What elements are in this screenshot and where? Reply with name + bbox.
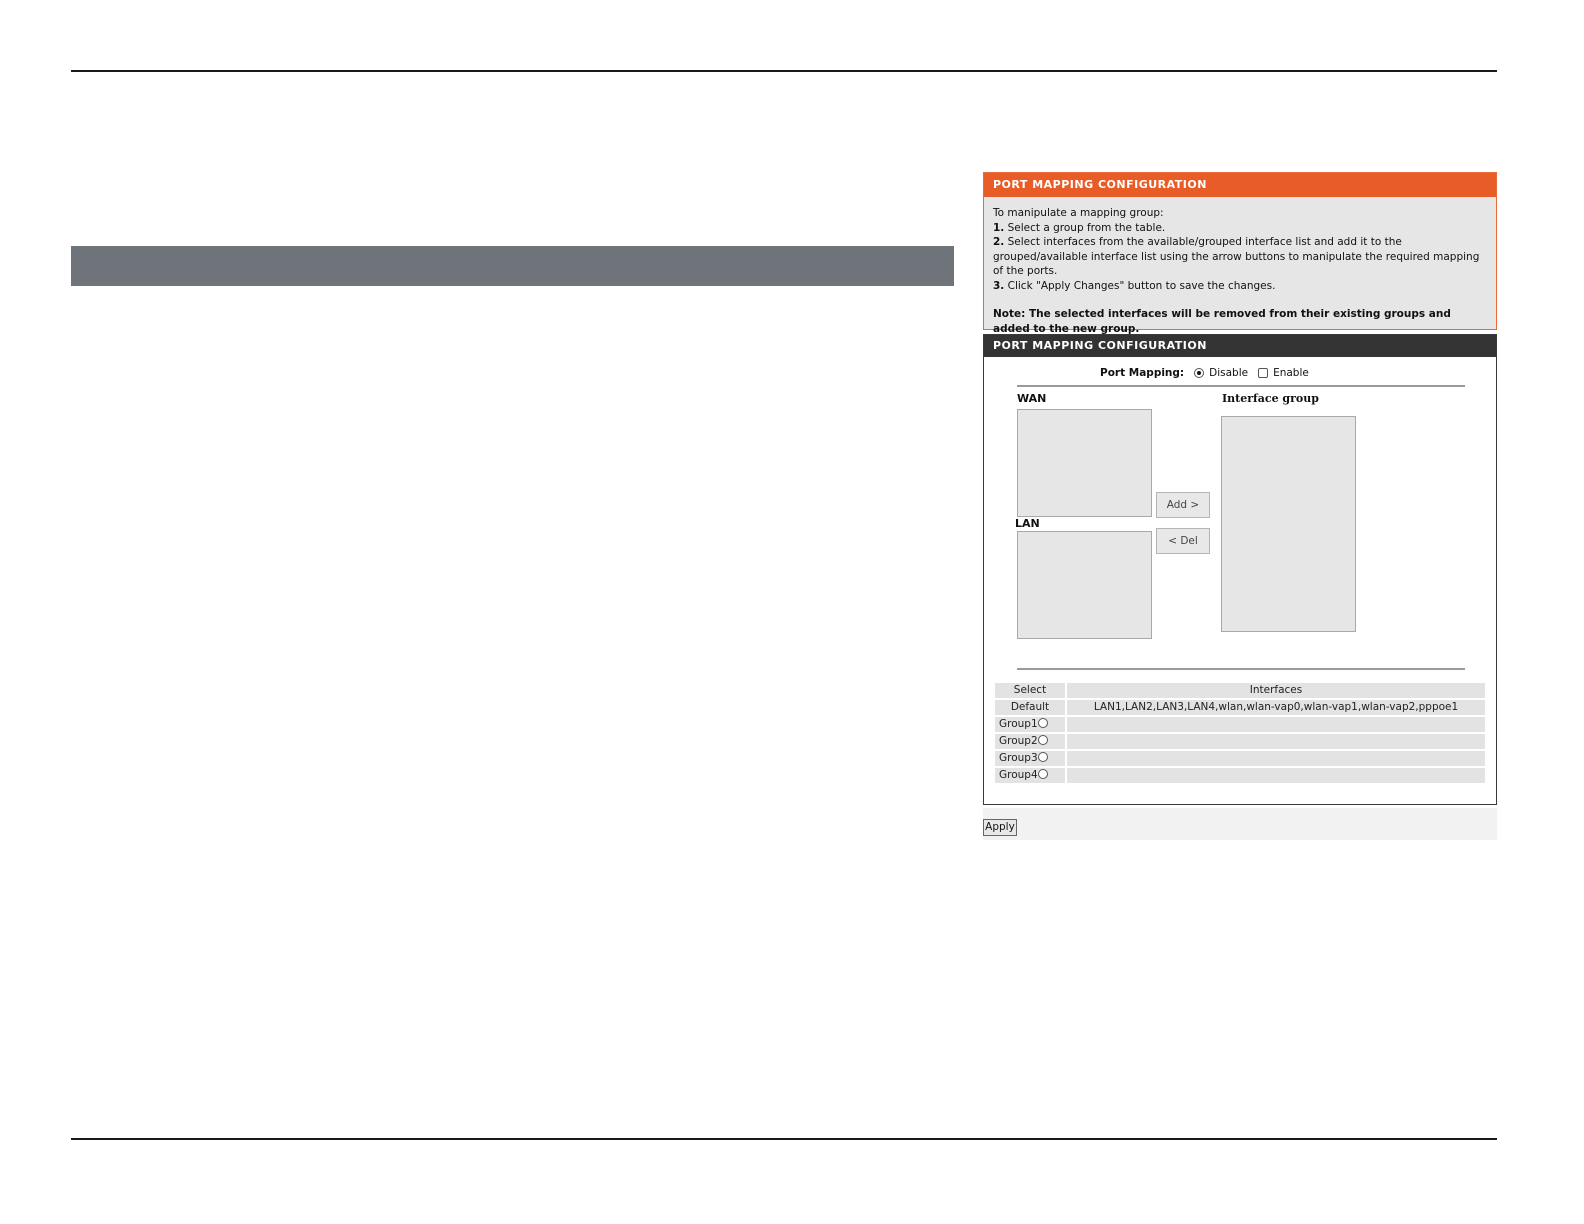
enable-label: Enable <box>1273 367 1309 379</box>
top-rule <box>71 70 1497 72</box>
group-select-cell: Group4 <box>995 768 1065 783</box>
interface-group-list[interactable] <box>1221 416 1356 632</box>
group-interfaces: LAN1,LAN2,LAN3,LAN4,wlan,wlan-vap0,wlan-… <box>1067 700 1485 715</box>
info-step-1: 1. Select a group from the table. <box>993 221 1166 234</box>
divider-top <box>1017 385 1465 387</box>
add-button[interactable]: Add > <box>1156 492 1210 518</box>
interfaces-column-header: Interfaces <box>1067 683 1485 698</box>
disable-radio[interactable] <box>1194 368 1205 378</box>
config-panel-title: PORT MAPPING CONFIGURATION <box>984 335 1496 357</box>
info-panel-body: To manipulate a mapping group: 1. Select… <box>984 197 1496 336</box>
group-table: Select Interfaces Default LAN1,LAN2,LAN3… <box>993 681 1487 785</box>
enable-checkbox[interactable] <box>1258 368 1269 378</box>
table-row: Group3 <box>995 751 1485 766</box>
group-select-cell: Group3 <box>995 751 1065 766</box>
group2-radio[interactable] <box>1037 735 1048 745</box>
divider-bottom <box>1017 668 1465 670</box>
group-interfaces <box>1067 734 1485 749</box>
port-mapping-label: Port Mapping: <box>1100 367 1185 379</box>
group4-radio[interactable] <box>1037 769 1048 779</box>
info-panel-title: PORT MAPPING CONFIGURATION <box>984 173 1496 197</box>
delete-button[interactable]: < Del <box>1156 528 1210 554</box>
group-select-cell: Group2 <box>995 734 1065 749</box>
group3-radio[interactable] <box>1037 752 1048 762</box>
table-row: Group2 <box>995 734 1485 749</box>
group-interfaces <box>1067 751 1485 766</box>
group-interfaces <box>1067 768 1485 783</box>
table-header-row: Select Interfaces <box>995 683 1485 698</box>
group-name: Group4 <box>999 769 1038 781</box>
wan-label: WAN <box>1017 392 1047 405</box>
group1-radio[interactable] <box>1037 718 1048 728</box>
group-name: Default <box>995 700 1065 715</box>
config-panel: PORT MAPPING CONFIGURATION Port Mapping:… <box>983 334 1497 805</box>
group-name: Group3 <box>999 752 1038 764</box>
lan-label: LAN <box>1015 517 1040 530</box>
interface-group-label: Interface group <box>1222 392 1319 405</box>
lan-interface-list[interactable] <box>1017 531 1152 639</box>
info-intro: To manipulate a mapping group: <box>993 207 1164 219</box>
group-name: Group2 <box>999 735 1038 747</box>
select-column-header: Select <box>995 683 1065 698</box>
apply-strip <box>983 808 1497 840</box>
wan-interface-list[interactable] <box>1017 409 1152 517</box>
port-mapping-row: Port Mapping: Disable Enable <box>1100 367 1319 379</box>
bottom-rule <box>71 1138 1497 1140</box>
group-name: Group1 <box>999 718 1038 730</box>
table-row: Group1 <box>995 717 1485 732</box>
info-note: Note: The selected interfaces will be re… <box>993 308 1451 335</box>
info-step-2: 2. Select interfaces from the available/… <box>993 236 1480 277</box>
section-header-bar <box>71 246 954 286</box>
info-step-3: 3. Click "Apply Changes" button to save … <box>993 279 1276 292</box>
group-interfaces <box>1067 717 1485 732</box>
disable-label: Disable <box>1209 367 1249 379</box>
group-select-cell: Group1 <box>995 717 1065 732</box>
apply-button[interactable]: Apply <box>983 819 1017 836</box>
table-row: Default LAN1,LAN2,LAN3,LAN4,wlan,wlan-va… <box>995 700 1485 715</box>
info-panel: PORT MAPPING CONFIGURATION To manipulate… <box>983 172 1497 335</box>
table-row: Group4 <box>995 768 1485 783</box>
